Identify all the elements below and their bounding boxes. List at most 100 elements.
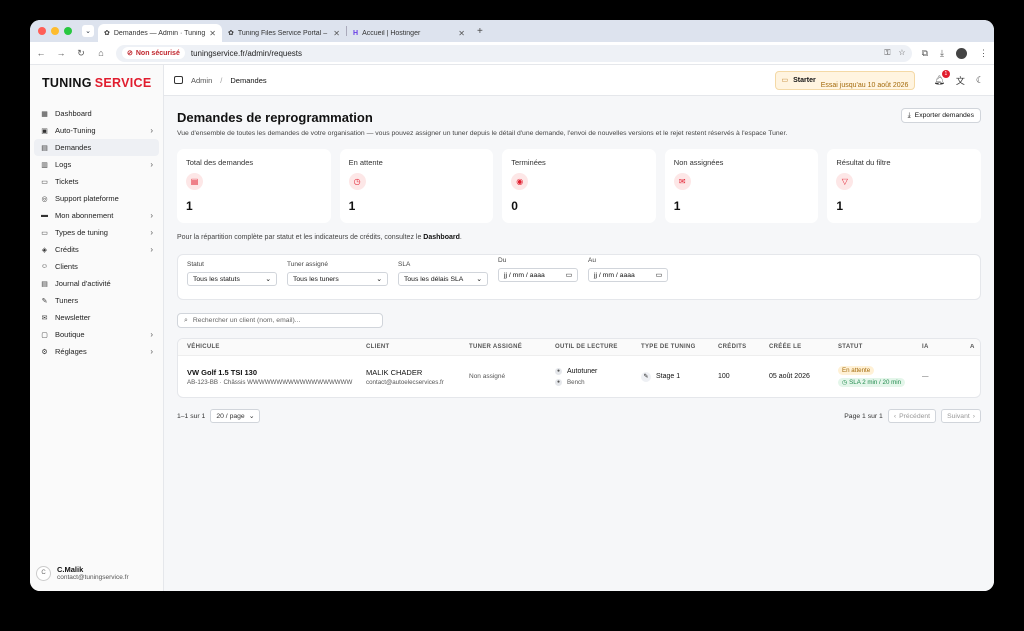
paw-icon: ✿ [228, 30, 234, 37]
sidebar-item-support-plateforme[interactable]: ◎ Support plateforme [34, 190, 159, 207]
back-icon[interactable]: ← [36, 48, 46, 58]
date-to-input[interactable]: jj / mm / aaaa ▭ [588, 268, 668, 282]
sidebar-toggle-icon[interactable] [174, 76, 183, 84]
subscription-icon: ▬ [41, 212, 48, 219]
url-field[interactable]: ⊘ Non sécurisé tuningservice.fr/admin/re… [116, 44, 912, 62]
home-icon[interactable]: ⌂ [96, 48, 106, 58]
column-header[interactable]: TYPE DE TUNING [641, 344, 718, 350]
column-header[interactable]: STATUT [838, 344, 922, 350]
sidebar-item-tuners[interactable]: ✎ Tuners [34, 292, 159, 309]
sidebar-item-auto-tuning[interactable]: ▣ Auto-Tuning › [34, 122, 159, 139]
note-suffix: . [459, 234, 462, 241]
sidebar-item-reglages[interactable]: ⚙ Réglages › [34, 343, 159, 360]
stat-card: Résultat du filtre ▽ 1 [827, 149, 981, 223]
column-header[interactable]: VÉHICULE [187, 344, 366, 350]
window-controls [38, 27, 72, 35]
dashboard-link[interactable]: Dashboard [423, 234, 460, 241]
tab-search-button[interactable]: ⌄ [82, 25, 94, 37]
tuners-icon: ✎ [41, 297, 48, 305]
requests-icon: ▤ [41, 144, 48, 152]
profile-avatar[interactable] [956, 47, 967, 59]
sidebar-item-types-de-tuning[interactable]: ▭ Types de tuning › [34, 224, 159, 241]
menu-dots-icon[interactable]: ⋮ [979, 48, 988, 59]
chevron-right-icon: › [150, 228, 153, 237]
chevron-right-icon: › [150, 245, 153, 254]
chevron-down-icon: ⌄ [476, 276, 482, 283]
forward-icon[interactable]: → [56, 48, 66, 58]
column-header[interactable]: CRÉÉE LE [769, 344, 838, 350]
browser-tab-3[interactable]: H Accueil | Hostinger ✕ [347, 24, 471, 42]
plan-badge[interactable]: ▭ Starter Essai jusqu'au 10 août 2026 [774, 70, 916, 90]
sla-filter-value: Tous les délais SLA [404, 275, 464, 283]
sidebar-item-credits[interactable]: ◈ Crédits › [34, 241, 159, 258]
insecure-badge[interactable]: ⊘ Non sécurisé [122, 47, 185, 59]
column-header[interactable]: A [970, 344, 980, 350]
stat-label: En attente [348, 158, 383, 167]
sidebar-item-newsletter[interactable]: ✉ Newsletter [34, 309, 159, 326]
sidebar-item-demandes[interactable]: ▤ Demandes [34, 139, 159, 156]
page-size-select[interactable]: 20 / page ⌄ [210, 409, 261, 423]
logo[interactable]: TUNING SERVICE [30, 65, 163, 100]
column-header[interactable]: TUNER ASSIGNÉ [469, 344, 555, 350]
sidebar-item-journal-d-activite[interactable]: ▤ Journal d'activité [34, 275, 159, 292]
minimize-window-button[interactable] [51, 27, 59, 35]
close-icon[interactable]: ✕ [333, 29, 340, 38]
stat-card: Terminées ◉ 0 [502, 149, 656, 223]
maximize-window-button[interactable] [64, 27, 72, 35]
next-page-button[interactable]: Suivant › [941, 409, 981, 423]
extensions-icon[interactable]: ⧉ [922, 48, 928, 59]
browser-tab-1[interactable]: ✿ Demandes — Admin · Tuning ✕ [98, 24, 222, 42]
client-search-input[interactable]: ⌕ Rechercher un client (nom, email)... [177, 313, 383, 328]
previous-page-button[interactable]: ‹ Précédent [887, 409, 937, 423]
date-from-label: Du [498, 257, 507, 264]
plan-note: Essai jusqu'au 10 août 2026 [820, 82, 909, 89]
stat-card: Non assignées ✉ 1 [664, 149, 819, 223]
paw-icon: ✿ [104, 30, 110, 37]
tuner-filter-select[interactable]: Tous les tuners ⌄ [287, 272, 388, 286]
status-filter-select[interactable]: Tous les statuts ⌄ [187, 272, 277, 286]
clipboard-icon: ▤ [186, 173, 203, 190]
sidebar-item-dashboard[interactable]: ▦ Dashboard [34, 105, 159, 122]
tab-label: Accueil | Hostinger [362, 29, 421, 37]
close-icon[interactable]: ✕ [209, 29, 216, 38]
sidebar-item-logs[interactable]: ▥ Logs › [34, 156, 159, 173]
logs-icon: ▥ [41, 161, 48, 169]
column-header[interactable]: CRÉDITS [718, 344, 769, 350]
user-profile[interactable]: C C.Malik contact@tuningservice.fr [36, 561, 157, 585]
sla-filter-select[interactable]: Tous les délais SLA ⌄ [398, 272, 488, 286]
page-indicator: Page 1 sur 1 [844, 412, 883, 420]
tuner-filter-label: Tuner assigné [287, 261, 328, 268]
requests-table: VÉHICULE CLIENT TUNER ASSIGNÉ OUTIL DE LECT… [177, 338, 981, 398]
export-requests-button[interactable]: ⤓ Exporter demandes [900, 108, 981, 123]
stat-value: 1 [186, 199, 193, 213]
warning-icon: ⊘ [127, 50, 133, 57]
bookmark-star-icon[interactable]: ☆ [898, 48, 905, 58]
column-header[interactable]: CLIENT [366, 344, 469, 350]
tab-bar: ⌄ ✿ Demandes — Admin · Tuning ✕ ✿ Tuning… [30, 20, 994, 42]
theme-toggle-icon[interactable]: ☾ [976, 75, 984, 86]
translate-icon[interactable]: 文 [956, 74, 965, 87]
browser-tab-2[interactable]: ✿ Tuning Files Service Portal – ✕ [222, 24, 346, 42]
previous-label: Précédent [899, 412, 931, 420]
breadcrumb-admin[interactable]: Admin [191, 76, 212, 85]
sidebar-item-label: Newsletter [55, 313, 91, 322]
sidebar-item-mon-abonnement[interactable]: ▬ Mon abonnement › [34, 207, 159, 224]
sidebar-item-label: Mon abonnement [55, 211, 114, 220]
calendar-icon: ▭ [565, 272, 572, 279]
page-title: Demandes de reprogrammation [177, 110, 373, 125]
reload-icon[interactable]: ↻ [76, 48, 86, 59]
table-row[interactable]: VW Golf 1.5 TSI 130 AB-123-BB · Châssis … [178, 356, 980, 397]
sidebar-item-clients[interactable]: ☺ Clients [34, 258, 159, 275]
sidebar-item-boutique[interactable]: ▢ Boutique › [34, 326, 159, 343]
column-header[interactable]: IA [922, 344, 970, 350]
close-window-button[interactable] [38, 27, 46, 35]
address-bar: ← → ↻ ⌂ ⊘ Non sécurisé tuningservice.fr/… [30, 42, 994, 65]
key-icon[interactable]: ⚿ [884, 48, 890, 58]
column-header[interactable]: OUTIL DE LECTURE [555, 344, 641, 350]
notifications-button[interactable]: 🔔︎ 1 [933, 69, 950, 86]
sidebar-item-tickets[interactable]: ▭ Tickets [34, 173, 159, 190]
date-from-input[interactable]: jj / mm / aaaa ▭ [498, 268, 578, 282]
download-icon[interactable]: ⤓ [940, 48, 944, 59]
close-icon[interactable]: ✕ [458, 29, 465, 38]
new-tab-icon[interactable]: + [477, 26, 483, 37]
